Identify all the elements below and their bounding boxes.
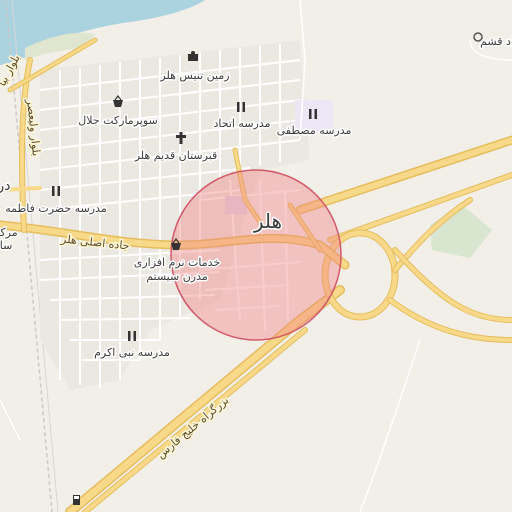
map-canvas[interactable]: هلر جاده اصلی هلر بزرگراه خلیج فارس بلوا… bbox=[0, 0, 512, 512]
poi-label: زمین تنیس هلر bbox=[159, 69, 229, 82]
poi-label: مدرسه حضرت فاطمه bbox=[5, 202, 107, 215]
poi-label: سوپرمارکت جلال bbox=[78, 114, 157, 127]
poi-label-line2: مدرن سیستم bbox=[146, 270, 208, 283]
poi-label: قبرستان قدیم هلر bbox=[134, 149, 218, 162]
edge-label: مرکز bbox=[0, 226, 18, 239]
poi-fuel[interactable] bbox=[73, 495, 80, 505]
edge-label: در bbox=[0, 178, 11, 194]
poi-label: اد قشم bbox=[480, 35, 512, 48]
search-radius-circle bbox=[170, 169, 342, 341]
poi-qeshm[interactable]: اد قشم bbox=[473, 32, 512, 50]
city-label[interactable]: هلر bbox=[251, 208, 283, 235]
poi-label-line1: خدمات نرم افزاری bbox=[134, 256, 220, 269]
poi-label: مدرسه نبی اکرم bbox=[94, 346, 170, 359]
poi-label: مدرسه اتحاد bbox=[213, 117, 270, 130]
edge-label: سا bbox=[0, 239, 12, 252]
fuel-icon bbox=[73, 495, 80, 505]
poi-label: مدرسه مصطفی bbox=[277, 124, 352, 137]
